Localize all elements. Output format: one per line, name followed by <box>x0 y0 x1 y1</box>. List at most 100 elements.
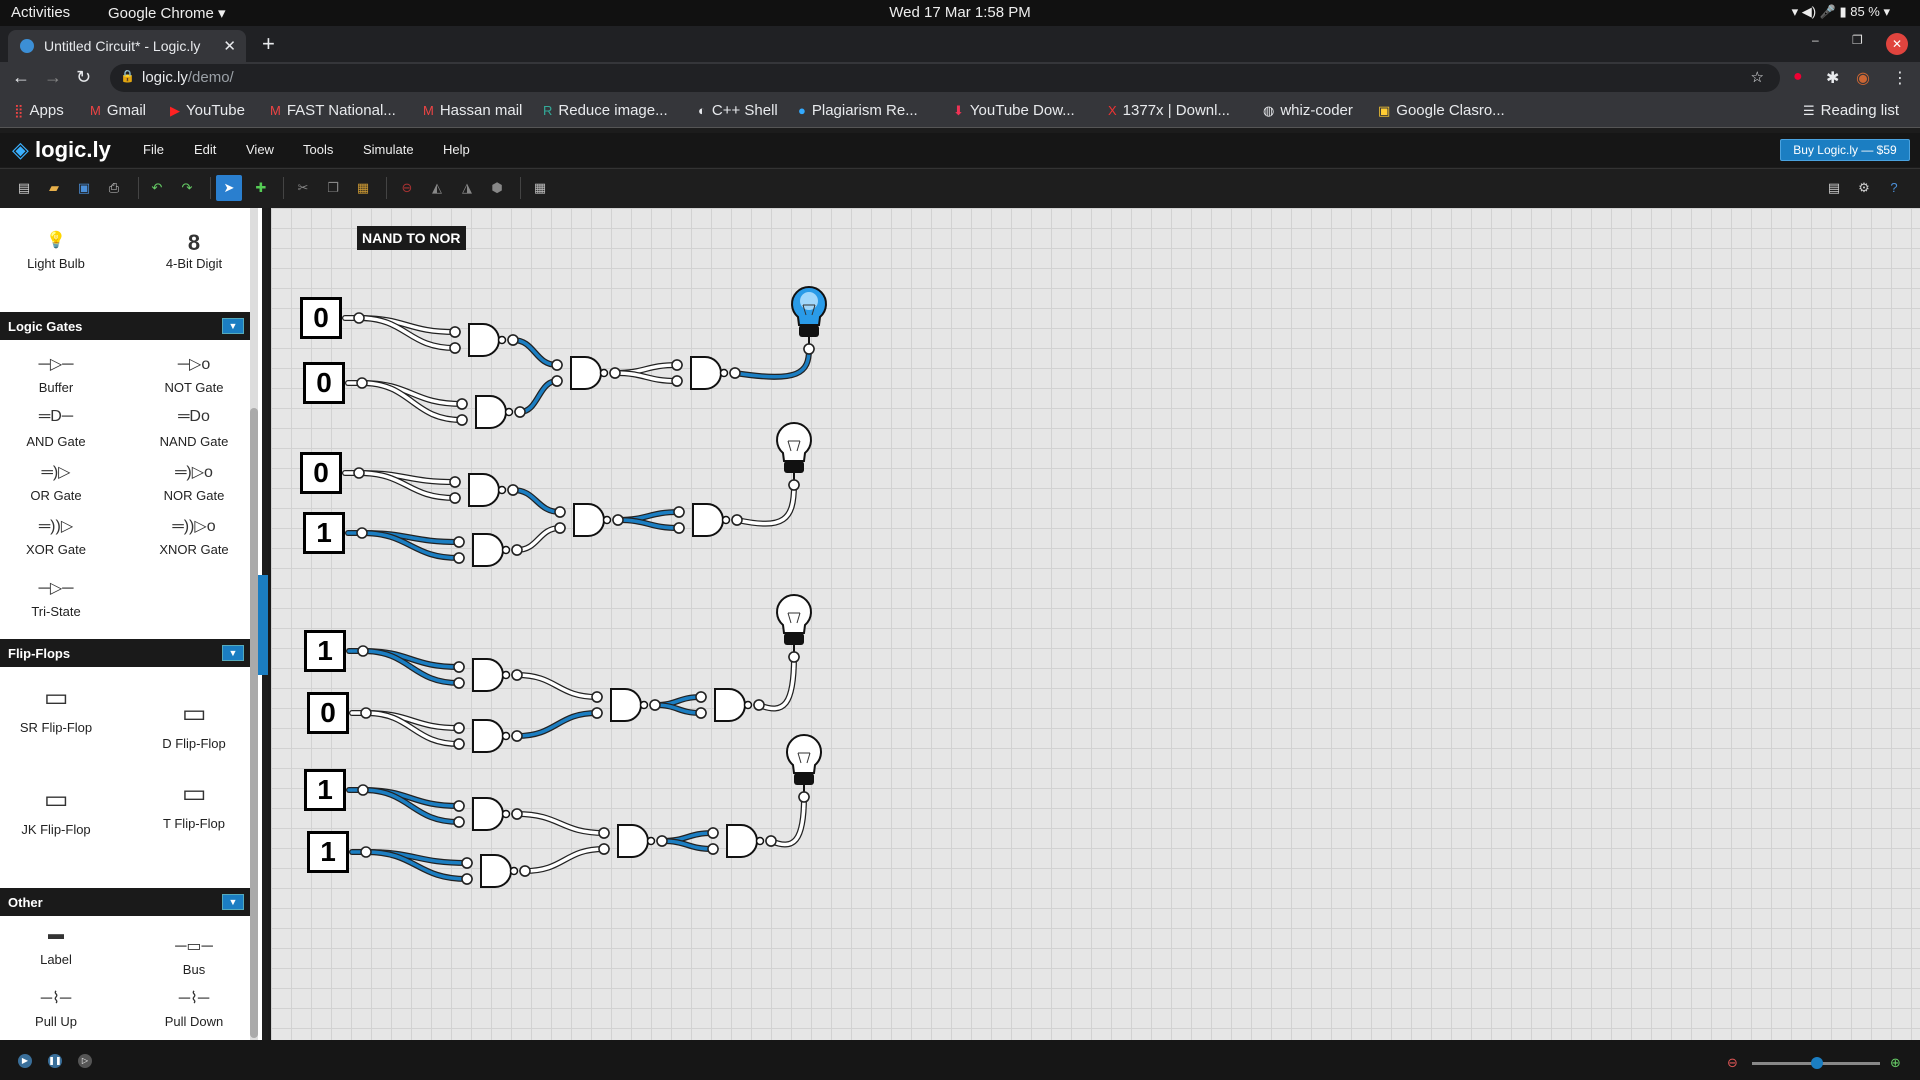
delete-icon[interactable]: ⊖ <box>398 179 416 197</box>
paste-icon[interactable]: ▦ <box>354 179 372 197</box>
input-switch[interactable]: 1 <box>307 831 349 873</box>
menu-simulate[interactable]: Simulate <box>363 142 414 157</box>
bookmark-youtube[interactable]: ▶ YouTube <box>170 102 245 119</box>
bookmark-youtube-download[interactable]: ⬇ YouTube Dow... <box>953 102 1075 119</box>
category-flip-flops[interactable]: Flip-Flops ▼ <box>0 639 250 667</box>
input-switch[interactable]: 0 <box>300 297 342 339</box>
chevron-down-icon[interactable]: ▼ <box>222 318 244 334</box>
cut-icon[interactable]: ✂ <box>294 179 312 197</box>
select-tool-icon[interactable]: ➤ <box>216 175 242 201</box>
input-switch[interactable]: 0 <box>303 362 345 404</box>
play-icon[interactable]: ▶ <box>18 1054 32 1068</box>
pan-tool-icon[interactable]: ✚ <box>252 179 270 197</box>
extensions-puzzle-icon[interactable]: ✱ <box>1826 68 1839 88</box>
component-or-gate[interactable]: ═)▷ OR Gate <box>1 462 111 503</box>
lock-icon[interactable]: 🔒 <box>120 69 135 83</box>
bookmark-gmail[interactable]: M Gmail <box>90 102 146 119</box>
component-buffer[interactable]: ─▷─ Buffer <box>1 354 111 395</box>
flip-vertical-icon[interactable]: ◮ <box>458 179 476 197</box>
component-not-gate[interactable]: ─▷o NOT Gate <box>139 354 249 395</box>
flip-horizontal-icon[interactable]: ◭ <box>428 179 446 197</box>
browser-menu-icon[interactable]: ⋮ <box>1892 68 1908 88</box>
bookmark-fast[interactable]: M FAST National... <box>270 102 396 119</box>
app-menu[interactable]: Google Chrome ▾ <box>108 4 226 22</box>
reload-icon[interactable]: ↻ <box>76 67 91 88</box>
circuit-canvas[interactable]: NAND TO NOR 00011011 <box>268 208 1920 1040</box>
bookmark-whiz-coder[interactable]: ◍ whiz-coder <box>1263 102 1353 119</box>
palette-scrollbar[interactable] <box>250 208 258 1040</box>
menu-view[interactable]: View <box>246 142 274 157</box>
zoom-in-icon[interactable]: ⊕ <box>1890 1055 1901 1071</box>
input-switch[interactable]: 1 <box>303 512 345 554</box>
bookmark-cpp-shell[interactable]: ◐ C++ Shell <box>698 102 778 119</box>
chevron-down-icon[interactable]: ▼ <box>222 894 244 910</box>
restore-icon[interactable]: ❐ <box>1852 33 1863 47</box>
component-t-flip-flop[interactable]: ▭ T Flip-Flop <box>139 778 249 831</box>
zoom-slider-knob[interactable] <box>1811 1057 1823 1069</box>
component-xor-gate[interactable]: ═))▷ XOR Gate <box>1 516 111 557</box>
grid-toggle-icon[interactable]: ▦ <box>531 179 549 197</box>
back-icon[interactable]: ← <box>12 67 30 88</box>
component-light-bulb[interactable]: 💡 Light Bulb <box>1 230 111 271</box>
reading-list[interactable]: ☰ Reading list <box>1803 102 1899 119</box>
window-close-icon[interactable]: ✕ <box>1886 33 1908 55</box>
category-other[interactable]: Other ▼ <box>0 888 250 916</box>
profile-avatar[interactable]: ◉ <box>1856 68 1870 88</box>
settings-gear-icon[interactable]: ⚙ <box>1855 179 1873 197</box>
buy-button[interactable]: Buy Logic.ly — $59 <box>1780 139 1910 161</box>
input-switch[interactable]: 0 <box>307 692 349 734</box>
bookmark-reduce-image[interactable]: R Reduce image... <box>543 102 668 119</box>
close-tab-icon[interactable]: ✕ <box>223 37 236 55</box>
forward-icon[interactable]: → <box>44 67 62 88</box>
clock[interactable]: Wed 17 Mar 1:58 PM <box>0 4 1920 21</box>
print-icon[interactable]: ⎙ <box>105 179 123 197</box>
bookmark-apps[interactable]: ⣿ Apps <box>14 102 64 119</box>
component-and-gate[interactable]: ═D─ AND Gate <box>1 408 111 449</box>
new-file-icon[interactable]: ▤ <box>15 179 33 197</box>
component-label-tool[interactable]: ▬ Label <box>1 926 111 967</box>
menu-edit[interactable]: Edit <box>194 142 216 157</box>
activities-button[interactable]: Activities <box>11 4 70 21</box>
bookmark-plagiarism[interactable]: ● Plagiarism Re... <box>798 102 918 119</box>
copy-icon[interactable]: ❐ <box>324 179 342 197</box>
bookmark-star-icon[interactable]: ☆ <box>1751 68 1764 86</box>
pause-icon[interactable]: ❚❚ <box>48 1054 62 1068</box>
new-tab-icon[interactable]: + <box>262 31 275 57</box>
bookmark-hassan-mail[interactable]: M Hassan mail <box>423 102 522 119</box>
input-switch[interactable]: 0 <box>300 452 342 494</box>
bookmark-1377x[interactable]: X 1377x | Downl... <box>1108 102 1230 119</box>
component-d-flip-flop[interactable]: ▭ D Flip-Flop <box>139 698 249 751</box>
url-bar[interactable]: 🔒 logic.ly/demo/ ☆ <box>110 64 1780 92</box>
input-switch[interactable]: 1 <box>304 769 346 811</box>
step-icon[interactable]: ▷ <box>78 1054 92 1068</box>
zoom-out-icon[interactable]: ⊖ <box>1727 1055 1738 1071</box>
help-icon[interactable]: ? <box>1885 179 1903 197</box>
notes-icon[interactable]: ▤ <box>1825 179 1843 197</box>
component-jk-flip-flop[interactable]: ▭ JK Flip-Flop <box>1 784 111 837</box>
system-tray[interactable]: ▾ ◀) 🎤 ▮ 85 % ▾ <box>1792 4 1890 20</box>
component-sr-flip-flop[interactable]: ▭ SR Flip-Flop <box>1 682 111 735</box>
browser-tab[interactable]: Untitled Circuit* - Logic.ly ✕ <box>8 30 246 62</box>
undo-icon[interactable]: ↶ <box>148 179 166 197</box>
component-nand-gate[interactable]: ═Do NAND Gate <box>139 408 249 449</box>
scrollbar-thumb[interactable] <box>250 408 258 1038</box>
component-tri-state[interactable]: ─▷─ Tri-State <box>1 578 111 619</box>
menu-file[interactable]: File <box>143 142 164 157</box>
redo-icon[interactable]: ↷ <box>178 179 196 197</box>
component-4-bit-digit[interactable]: 8 4-Bit Digit <box>139 230 249 271</box>
component-xnor-gate[interactable]: ═))▷o XNOR Gate <box>139 516 249 557</box>
component-pull-up[interactable]: ─⌇─ Pull Up <box>1 988 111 1029</box>
menu-tools[interactable]: Tools <box>303 142 333 157</box>
component-pull-down[interactable]: ─⌇─ Pull Down <box>139 988 249 1029</box>
input-switch[interactable]: 1 <box>304 630 346 672</box>
category-logic-gates[interactable]: Logic Gates ▼ <box>0 312 250 340</box>
integrated-circuit-icon[interactable]: ⬢ <box>488 179 506 197</box>
minimize-icon[interactable]: – <box>1812 33 1819 47</box>
extension-icon[interactable]: ● <box>1793 68 1803 86</box>
collapse-palette-handle[interactable] <box>258 575 268 675</box>
open-folder-icon[interactable]: ▰ <box>45 179 63 197</box>
component-nor-gate[interactable]: ═)▷o NOR Gate <box>139 462 249 503</box>
menu-help[interactable]: Help <box>443 142 470 157</box>
bookmark-google-classroom[interactable]: ▣ Google Clasro... <box>1378 102 1505 119</box>
chevron-down-icon[interactable]: ▼ <box>222 645 244 661</box>
